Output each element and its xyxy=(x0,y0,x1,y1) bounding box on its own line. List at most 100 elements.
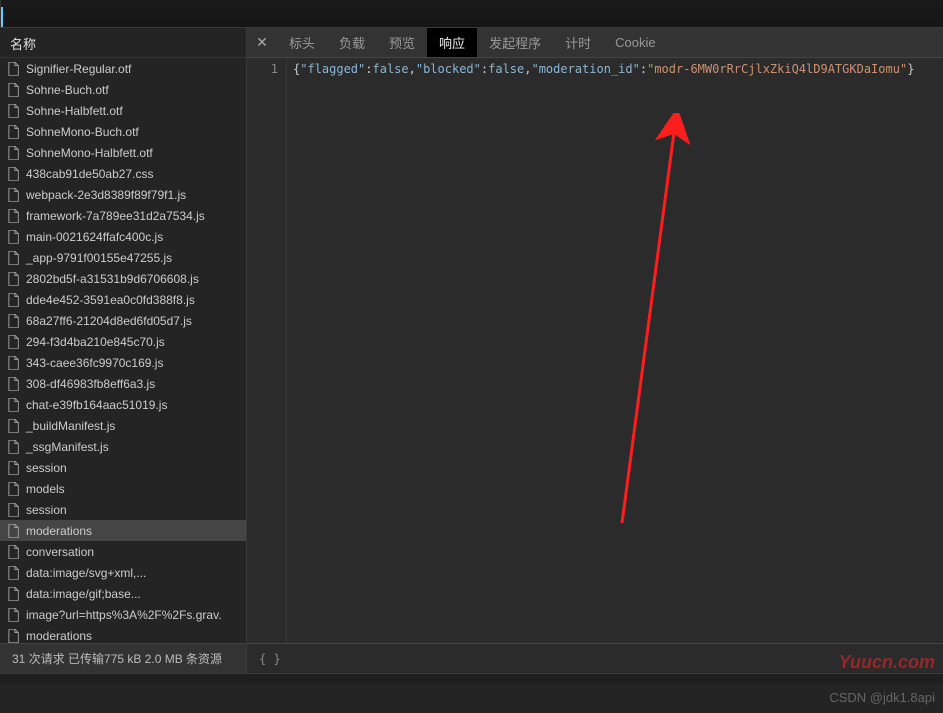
file-icon xyxy=(8,230,20,244)
request-row[interactable]: data:image/svg+xml,... xyxy=(0,562,246,583)
request-row[interactable]: framework-7a789ee31d2a7534.js xyxy=(0,205,246,226)
request-name: models xyxy=(26,482,65,496)
file-icon xyxy=(8,188,20,202)
file-icon xyxy=(8,293,20,307)
request-row[interactable]: _app-9791f00155e47255.js xyxy=(0,247,246,268)
network-requests-panel: 名称 Signifier-Regular.otf Sohne-Buch.otf So… xyxy=(0,28,247,673)
request-name: main-0021624ffafc400c.js xyxy=(26,230,163,244)
file-icon xyxy=(8,419,20,433)
request-row[interactable]: SohneMono-Halbfett.otf xyxy=(0,142,246,163)
request-name: dde4e452-3591ea0c0fd388f8.js xyxy=(26,293,195,307)
tab-initiator[interactable]: 发起程序 xyxy=(477,28,553,57)
request-list[interactable]: Signifier-Regular.otf Sohne-Buch.otf Sohne… xyxy=(0,58,246,643)
request-name: webpack-2e3d8389f89f79f1.js xyxy=(26,188,186,202)
request-name: moderations xyxy=(26,629,92,643)
request-row[interactable]: webpack-2e3d8389f89f79f1.js xyxy=(0,184,246,205)
file-icon xyxy=(8,251,20,265)
tab-headers[interactable]: 标头 xyxy=(277,28,327,57)
request-row[interactable]: 68a27ff6-21204d8ed6fd05d7.js xyxy=(0,310,246,331)
request-name: Signifier-Regular.otf xyxy=(26,62,131,76)
request-name: session xyxy=(26,461,67,475)
request-row[interactable]: 438cab91de50ab27.css xyxy=(0,163,246,184)
request-name: 343-caee36fc9970c169.js xyxy=(26,356,163,370)
file-icon xyxy=(8,461,20,475)
request-row[interactable]: models xyxy=(0,478,246,499)
request-row[interactable]: main-0021624ffafc400c.js xyxy=(0,226,246,247)
braces-icon[interactable]: { } xyxy=(259,652,281,666)
request-name: SohneMono-Buch.otf xyxy=(26,125,139,139)
request-row[interactable]: 2802bd5f-a31531b9d6706608.js xyxy=(0,268,246,289)
request-name: _app-9791f00155e47255.js xyxy=(26,251,172,265)
request-row[interactable]: 343-caee36fc9970c169.js xyxy=(0,352,246,373)
tab-cookies[interactable]: Cookie xyxy=(603,28,667,57)
file-icon xyxy=(8,377,20,391)
tab-payload[interactable]: 负载 xyxy=(327,28,377,57)
recording-strip xyxy=(0,0,943,28)
request-row[interactable]: Signifier-Regular.otf xyxy=(0,58,246,79)
file-icon xyxy=(8,356,20,370)
request-row[interactable]: dde4e452-3591ea0c0fd388f8.js xyxy=(0,289,246,310)
line-gutter: 1 xyxy=(247,58,287,643)
file-icon xyxy=(8,566,20,580)
request-row[interactable]: Sohne-Halbfett.otf xyxy=(0,100,246,121)
file-icon xyxy=(8,146,20,160)
request-name: chat-e39fb164aac51019.js xyxy=(26,398,167,412)
request-name: data:image/svg+xml,... xyxy=(26,566,146,580)
request-row[interactable]: conversation xyxy=(0,541,246,562)
request-name: Sohne-Halbfett.otf xyxy=(26,104,123,118)
file-icon xyxy=(8,440,20,454)
request-name: _buildManifest.js xyxy=(26,419,115,433)
request-name: moderations xyxy=(26,524,92,538)
watermark-csdn: CSDN @jdk1.8api xyxy=(829,690,935,705)
close-icon[interactable]: ✕ xyxy=(247,28,277,57)
file-icon xyxy=(8,272,20,286)
request-row[interactable]: chat-e39fb164aac51019.js xyxy=(0,394,246,415)
file-icon xyxy=(8,503,20,517)
file-icon xyxy=(8,83,20,97)
request-name: _ssgManifest.js xyxy=(26,440,109,454)
request-row[interactable]: Sohne-Buch.otf xyxy=(0,79,246,100)
file-icon xyxy=(8,314,20,328)
bottom-strip xyxy=(0,673,943,683)
file-icon xyxy=(8,545,20,559)
file-icon xyxy=(8,398,20,412)
file-icon xyxy=(8,482,20,496)
column-header-name[interactable]: 名称 xyxy=(0,28,246,58)
request-row[interactable]: session xyxy=(0,457,246,478)
request-name: image?url=https%3A%2F%2Fs.grav. xyxy=(26,608,222,622)
request-name: 68a27ff6-21204d8ed6fd05d7.js xyxy=(26,314,192,328)
file-icon xyxy=(8,167,20,181)
file-icon xyxy=(8,125,20,139)
request-name: data:image/gif;base... xyxy=(26,587,141,601)
tab-preview[interactable]: 预览 xyxy=(377,28,427,57)
details-panel: ✕ 标头 负载 预览 响应 发起程序 计时 Cookie 1 {"flagged… xyxy=(247,28,943,673)
details-tabs: ✕ 标头 负载 预览 响应 发起程序 计时 Cookie xyxy=(247,28,943,58)
file-icon xyxy=(8,524,20,538)
request-row[interactable]: 308-df46983fb8eff6a3.js xyxy=(0,373,246,394)
request-name: framework-7a789ee31d2a7534.js xyxy=(26,209,205,223)
request-name: 438cab91de50ab27.css xyxy=(26,167,153,181)
request-row[interactable]: data:image/gif;base... xyxy=(0,583,246,604)
file-icon xyxy=(8,629,20,643)
response-json[interactable]: {"flagged":false,"blocked":false,"modera… xyxy=(287,58,943,643)
file-icon xyxy=(8,587,20,601)
tab-response[interactable]: 响应 xyxy=(427,28,477,57)
file-icon xyxy=(8,62,20,76)
response-body: 1 {"flagged":false,"blocked":false,"mode… xyxy=(247,58,943,643)
request-row[interactable]: 294-f3d4ba210e845c70.js xyxy=(0,331,246,352)
request-row[interactable]: _buildManifest.js xyxy=(0,415,246,436)
request-row[interactable]: session xyxy=(0,499,246,520)
watermark-yuucn: Yuucn.com xyxy=(839,652,935,673)
file-icon xyxy=(8,335,20,349)
request-name: conversation xyxy=(26,545,94,559)
request-row[interactable]: image?url=https%3A%2F%2Fs.grav. xyxy=(0,604,246,625)
request-row[interactable]: SohneMono-Buch.otf xyxy=(0,121,246,142)
request-name: 308-df46983fb8eff6a3.js xyxy=(26,377,155,391)
request-name: 294-f3d4ba210e845c70.js xyxy=(26,335,165,349)
request-row[interactable]: _ssgManifest.js xyxy=(0,436,246,457)
tab-timing[interactable]: 计时 xyxy=(553,28,603,57)
file-icon xyxy=(8,209,20,223)
request-row[interactable]: moderations xyxy=(0,625,246,643)
file-icon xyxy=(8,104,20,118)
request-row[interactable]: moderations xyxy=(0,520,246,541)
